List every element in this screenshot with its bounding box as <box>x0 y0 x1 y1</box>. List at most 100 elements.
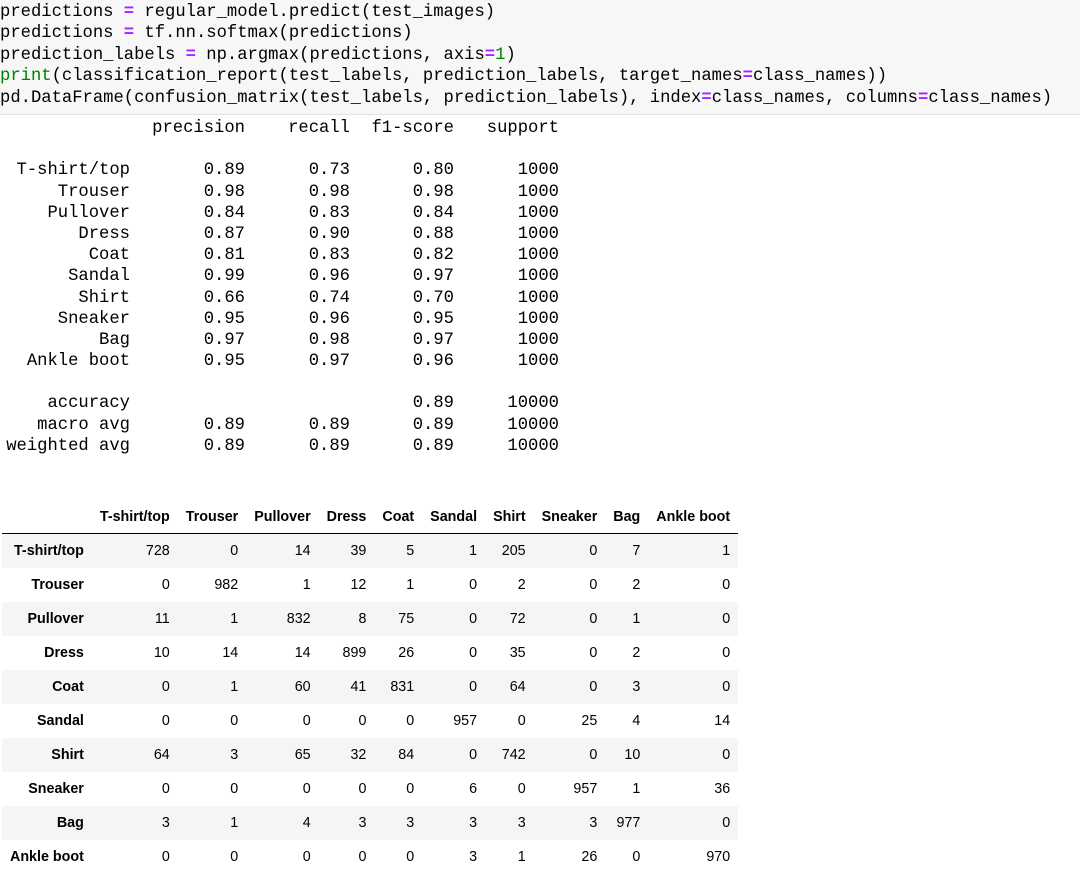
matrix-cell: 0 <box>469 577 478 593</box>
code-input-cell[interactable]: predictions = regular_model.predict(test… <box>0 0 1080 115</box>
row-index-label: Coat <box>52 679 84 695</box>
matrix-cell: 7 <box>632 543 641 559</box>
code-editor[interactable]: predictions = regular_model.predict(test… <box>0 2 1052 109</box>
matrix-cell: 32 <box>350 747 367 763</box>
matrix-cell: 0 <box>469 611 478 627</box>
report-support-cell: 1000 <box>517 224 559 244</box>
table-row: Ankle boot 0 0 0 0 0 3 1 26 0 970 <box>2 840 739 874</box>
row-index-label: Sandal <box>36 713 84 729</box>
matrix-cell: 970 <box>706 849 731 865</box>
row-index-label: Bag <box>56 815 84 831</box>
matrix-cell: 6 <box>469 781 478 797</box>
code-token: = <box>123 3 135 22</box>
matrix-cell: 4 <box>632 713 641 729</box>
code-token: regular_model.predict(test_images) <box>134 3 496 22</box>
column-header: Coat <box>374 500 423 534</box>
matrix-cell: 0 <box>302 781 311 797</box>
matrix-cell: 957 <box>573 781 598 797</box>
matrix-cell: 0 <box>632 849 641 865</box>
matrix-cell: 3 <box>358 815 367 831</box>
matrix-cell: 0 <box>406 713 415 729</box>
matrix-cell: 0 <box>302 713 311 729</box>
table-row: Bag 3 1 4 3 3 3 3 3 977 0 <box>2 806 739 840</box>
matrix-cell: 14 <box>294 645 311 661</box>
code-line: pd.DataFrame(confusion_matrix(test_label… <box>0 88 1052 109</box>
column-header: Ankle boot <box>648 500 739 534</box>
matrix-cell: 1 <box>632 781 641 797</box>
report-support-cell: 1000 <box>517 267 559 287</box>
matrix-cell: 0 <box>230 849 239 865</box>
matrix-cell: 1 <box>517 849 526 865</box>
matrix-cell: 205 <box>501 543 526 559</box>
code-line: print(classification_report(test_labels,… <box>0 66 1052 87</box>
column-header: Sneaker <box>533 500 606 534</box>
matrix-cell: 41 <box>350 679 367 695</box>
matrix-cell: 64 <box>153 747 170 763</box>
matrix-cell: 26 <box>398 645 415 661</box>
matrix-cell: 0 <box>722 815 731 831</box>
matrix-cell: 0 <box>589 679 598 695</box>
matrix-cell: 0 <box>722 747 731 763</box>
matrix-cell: 12 <box>350 577 367 593</box>
table-row: Trouser 0 982 1 12 1 0 2 0 2 0 <box>2 568 739 602</box>
matrix-cell: 2 <box>632 577 641 593</box>
table-row: Sneaker 0 0 0 0 0 6 0 957 1 36 <box>2 772 739 806</box>
matrix-cell: 75 <box>398 611 415 627</box>
matrix-cell: 1 <box>406 577 415 593</box>
matrix-cell: 0 <box>358 849 367 865</box>
matrix-cell: 0 <box>722 577 731 593</box>
matrix-cell: 0 <box>722 645 731 661</box>
matrix-cell: 0 <box>722 611 731 627</box>
matrix-cell: 64 <box>509 679 526 695</box>
code-token: class_names)) <box>752 67 888 87</box>
dataframe-index-header <box>2 500 92 534</box>
matrix-cell: 14 <box>222 645 239 661</box>
matrix-cell: 0 <box>302 849 311 865</box>
table-row: Dress 10 14 14 899 26 0 35 0 2 0 <box>2 636 739 670</box>
table-row: Pullover 11 1 832 8 75 0 72 0 1 0 <box>2 602 739 636</box>
matrix-cell: 3 <box>589 815 598 831</box>
code-line: predictions = regular_model.predict(test… <box>0 2 1052 23</box>
code-token: np.argmax(predictions, axis <box>195 45 485 65</box>
matrix-cell: 742 <box>501 747 526 763</box>
matrix-cell: 3 <box>161 815 170 831</box>
matrix-cell: 0 <box>230 713 239 729</box>
matrix-cell: 0 <box>517 781 526 797</box>
matrix-cell: 14 <box>714 713 731 729</box>
matrix-cell: 0 <box>161 713 170 729</box>
code-token: = <box>701 88 712 108</box>
matrix-cell: 1 <box>302 577 311 593</box>
matrix-cell: 3 <box>469 815 478 831</box>
matrix-cell: 0 <box>161 577 170 593</box>
matrix-cell: 1 <box>469 543 478 559</box>
code-token: = <box>484 45 496 65</box>
report-support-cell: 1000 <box>517 330 559 350</box>
code-token: print <box>0 67 52 87</box>
report-support-cell: 1000 <box>517 309 559 329</box>
report-support-cell: 1000 <box>517 352 559 372</box>
code-token: predictions <box>0 24 124 44</box>
column-header: Shirt <box>485 500 534 534</box>
matrix-cell: 0 <box>230 543 239 559</box>
report-support-cell: 10000 <box>507 436 559 456</box>
matrix-cell: 3 <box>517 815 526 831</box>
matrix-cell: 65 <box>294 747 311 763</box>
report-support-cell: 10000 <box>507 394 559 414</box>
report-support-cell: 1000 <box>517 288 559 308</box>
row-index-label: T-shirt/top <box>13 543 84 559</box>
matrix-cell: 1 <box>722 543 731 559</box>
column-header: Dress <box>318 500 375 534</box>
matrix-cell: 3 <box>632 679 641 695</box>
code-token: = <box>185 45 196 65</box>
matrix-cell: 831 <box>390 679 415 695</box>
matrix-cell: 8 <box>358 611 367 627</box>
matrix-cell: 10 <box>624 747 641 763</box>
table-row: Sandal 0 0 0 0 0 957 0 25 4 14 <box>2 704 739 738</box>
matrix-cell: 39 <box>350 543 367 559</box>
row-index-label: Dress <box>44 645 84 661</box>
matrix-cell: 0 <box>589 645 598 661</box>
matrix-cell: 3 <box>406 815 415 831</box>
matrix-cell: 728 <box>145 543 170 559</box>
table-row: Coat 0 1 60 41 831 0 64 0 3 0 <box>2 670 739 704</box>
matrix-cell: 5 <box>406 543 415 559</box>
